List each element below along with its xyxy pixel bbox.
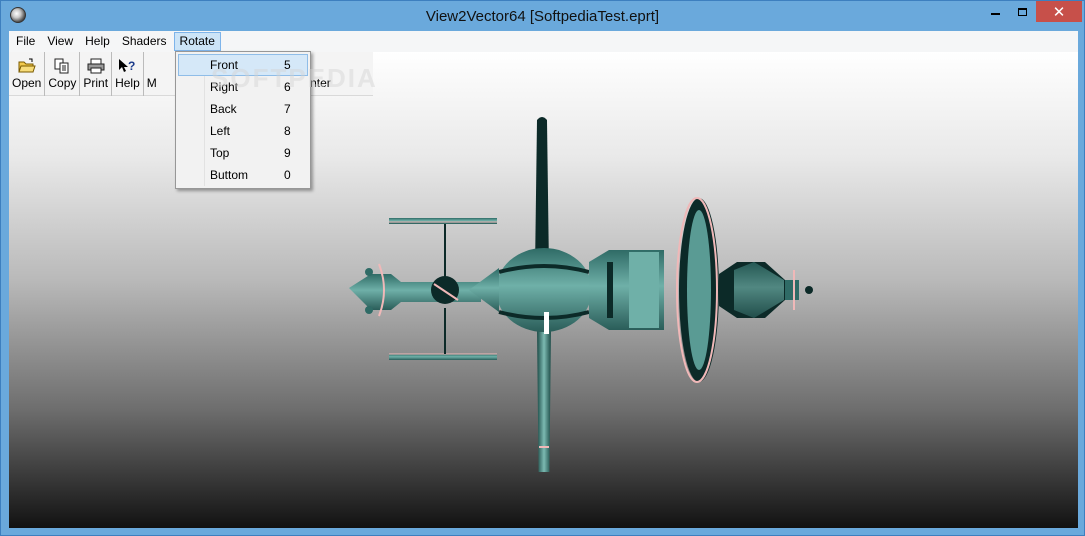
help-label: Help	[115, 76, 140, 90]
menu-bar: File View Help Shaders Rotate	[9, 31, 1078, 52]
window-title: View2Vector64 [SoftpediaTest.eprt]	[425, 8, 660, 25]
title-bar[interactable]: View2Vector64 [SoftpediaTest.eprt] ✕	[1, 1, 1084, 31]
maximize-button[interactable]	[1009, 1, 1036, 22]
maximize-icon	[1018, 7, 1027, 16]
svg-text:?: ?	[128, 59, 135, 73]
rotate-right-label: Right	[210, 80, 239, 94]
rotate-front-key: 5	[284, 58, 291, 72]
rotate-back-label: Back	[210, 102, 237, 116]
rotate-back-key: 7	[284, 102, 291, 116]
minimize-icon	[990, 12, 1000, 15]
print-button[interactable]: Print	[80, 52, 113, 96]
copy-label: Copy	[48, 76, 77, 90]
printer-icon	[87, 58, 105, 74]
rotate-top-key: 9	[284, 146, 291, 160]
close-icon: ✕	[1052, 3, 1066, 21]
rotate-right[interactable]: Right 6	[178, 76, 308, 98]
rotate-right-key: 6	[284, 80, 291, 94]
open-button[interactable]: Open	[9, 52, 46, 96]
open-label: Open	[12, 76, 42, 90]
help-button[interactable]: ? Help	[112, 52, 144, 96]
close-button[interactable]: ✕	[1036, 1, 1082, 22]
rotate-bottom[interactable]: Buttom 0	[178, 164, 308, 186]
minimize-button[interactable]	[981, 1, 1009, 22]
3d-model[interactable]	[339, 112, 839, 472]
rotate-bottom-key: 0	[284, 168, 291, 182]
rotate-left-label: Left	[210, 124, 231, 138]
app-window: View2Vector64 [SoftpediaTest.eprt] ✕ Fil…	[0, 0, 1085, 536]
rotate-front-label: Front	[210, 58, 239, 72]
menu-help[interactable]: Help	[80, 32, 115, 51]
rotate-back[interactable]: Back 7	[178, 98, 308, 120]
copy-button[interactable]: Copy	[45, 52, 81, 96]
help-cursor-icon: ?	[118, 58, 136, 74]
menu-rotate[interactable]: Rotate	[173, 32, 221, 51]
rotate-dropdown: Front 5 Right 6 Back 7 Left 8 Top 9 Buttom 0	[175, 51, 311, 189]
menu-shaders[interactable]: Shaders	[117, 32, 172, 51]
menu-file[interactable]: File	[11, 32, 40, 51]
rotate-top-label: Top	[210, 146, 230, 160]
rotate-left[interactable]: Left 8	[178, 120, 308, 142]
menu-view[interactable]: View	[42, 32, 78, 51]
rotate-bottom-label: Buttom	[210, 168, 249, 182]
m-label: M	[146, 76, 157, 90]
rotate-front[interactable]: Front 5	[178, 54, 308, 76]
rotate-top[interactable]: Top 9	[178, 142, 308, 164]
print-label: Print	[83, 76, 109, 90]
open-folder-icon	[17, 58, 36, 74]
rotate-left-key: 8	[284, 124, 291, 138]
viewport[interactable]: Open Copy Print ? Help M Center	[9, 52, 1078, 528]
copy-icon	[53, 58, 71, 74]
